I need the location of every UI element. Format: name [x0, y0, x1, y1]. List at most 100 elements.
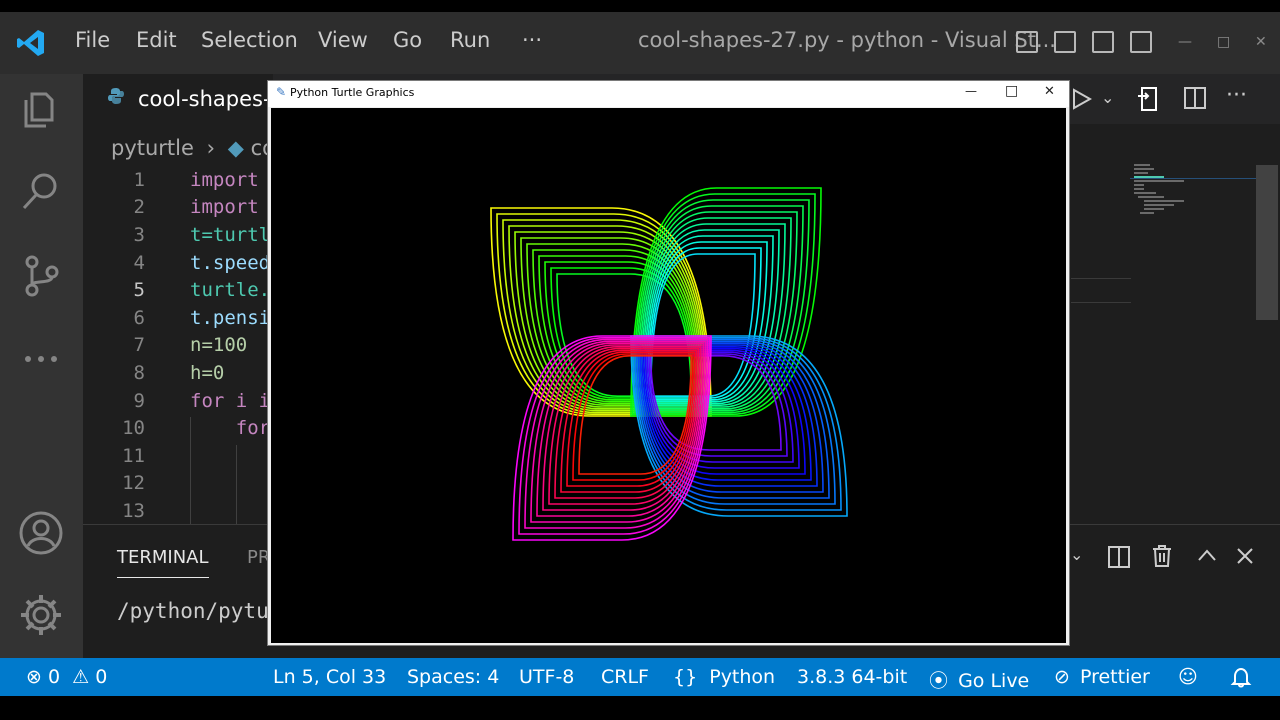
chevron-down-icon[interactable]: ⌄ [1101, 88, 1114, 107]
title-bar: File Edit Selection View Go Run ··· cool… [0, 12, 1280, 74]
menu-go[interactable]: Go [393, 28, 422, 52]
feather-icon: ✎ [276, 85, 287, 99]
code-text: for [190, 417, 271, 439]
turtle-petal [630, 335, 848, 517]
open-changes-icon[interactable] [1136, 86, 1160, 112]
turtle-stroke [544, 261, 696, 401]
toggle-secondary-sidebar-icon[interactable] [1092, 31, 1114, 53]
close-button[interactable]: ✕ [1255, 34, 1267, 50]
line-number: 2 [133, 196, 145, 218]
overview-line [1071, 302, 1131, 303]
turtle-window-title: Python Turtle Graphics [290, 86, 415, 99]
cursor-position[interactable]: Ln 5, Col 33 [273, 666, 386, 688]
trash-icon[interactable] [1151, 544, 1173, 568]
line-number: 7 [133, 334, 145, 356]
account-icon[interactable] [18, 510, 64, 556]
turtle-title-bar[interactable]: ✎ Python Turtle Graphics — □ ✕ [268, 81, 1069, 107]
turtle-close-button[interactable]: ✕ [1044, 84, 1055, 99]
code-text: import [190, 196, 259, 218]
code-text: import [190, 169, 259, 191]
toggle-sidebar-icon[interactable] [1016, 31, 1038, 53]
line-number: 6 [133, 307, 145, 329]
broadcast-icon: ⦿ [929, 670, 949, 692]
feedback-icon[interactable]: ☺ [1178, 666, 1198, 688]
overview-line [1071, 278, 1131, 279]
code-text: h=0 [190, 362, 225, 384]
bell-icon[interactable] [1230, 666, 1252, 688]
turtle-canvas [271, 108, 1066, 643]
turtle-minimize-button[interactable]: — [965, 84, 977, 98]
line-number: 9 [133, 390, 145, 412]
explorer-icon[interactable] [18, 86, 64, 132]
indent-guide [190, 417, 191, 524]
maximize-panel-icon[interactable] [1197, 547, 1217, 563]
turtle-stroke [550, 267, 694, 399]
vertical-scrollbar[interactable] [1256, 165, 1278, 320]
indent-guide [236, 445, 237, 524]
encoding[interactable]: UTF-8 [519, 666, 574, 688]
toggle-panel-icon[interactable] [1054, 31, 1076, 53]
language-label: Python [709, 666, 776, 688]
prettier-icon: ⊘ [1054, 666, 1070, 688]
problems-status[interactable]: ⊗ 0 ⚠ 0 [26, 666, 107, 688]
split-editor-icon[interactable] [1183, 86, 1207, 110]
line-number: 5 [133, 279, 145, 301]
go-live-label: Go Live [958, 670, 1030, 692]
line-number: 1 [133, 169, 145, 191]
turtle-stroke [556, 273, 693, 397]
breadcrumb-folder[interactable]: pyturtle [111, 136, 194, 160]
indentation[interactable]: Spaces: 4 [407, 666, 499, 688]
customize-layout-icon[interactable] [1130, 31, 1152, 53]
python-interpreter[interactable]: 3.8.3 64-bit [797, 666, 907, 688]
braces-icon: {} [673, 666, 698, 688]
settings-gear-icon[interactable] [18, 592, 64, 638]
turtle-maximize-button[interactable]: □ [1005, 83, 1018, 99]
warning-count: 0 [95, 666, 108, 688]
error-icon: ⊗ [26, 666, 42, 688]
line-number: 8 [133, 362, 145, 384]
line-number: 13 [122, 500, 145, 522]
turtle-stroke [630, 335, 848, 517]
menu-run[interactable]: Run [450, 28, 490, 52]
minimap[interactable] [1130, 160, 1258, 230]
language-mode[interactable]: {} Python [673, 666, 775, 688]
more-actions-icon[interactable]: ··· [1226, 83, 1247, 108]
line-number: 4 [133, 252, 145, 274]
source-control-icon[interactable] [18, 252, 64, 298]
more-icon[interactable] [18, 336, 64, 382]
prettier-button[interactable]: ⊘ Prettier [1054, 666, 1150, 688]
minimize-button[interactable]: — [1178, 34, 1192, 50]
maximize-button[interactable]: □ [1217, 34, 1230, 50]
line-number: 12 [122, 472, 145, 494]
chevron-right-icon: › [206, 136, 216, 160]
turtle-drawing [490, 187, 848, 541]
tab-cool-shapes[interactable]: cool-shapes- [83, 74, 273, 124]
turtle-window[interactable]: ✎ Python Turtle Graphics — □ ✕ [267, 80, 1070, 646]
line-number: 10 [122, 417, 145, 439]
turtle-petal [490, 207, 712, 417]
menu-file[interactable]: File [75, 28, 110, 52]
breadcrumb: pyturtle › ◆ co [111, 136, 275, 160]
vscode-logo-icon[interactable] [16, 28, 46, 58]
code-text: t=turtl [190, 224, 271, 246]
menu-edit[interactable]: Edit [136, 28, 177, 52]
go-live-button[interactable]: ⦿ Go Live [929, 666, 1029, 693]
menu-selection[interactable]: Selection [201, 28, 298, 52]
menu-view[interactable]: View [318, 28, 368, 52]
turtle-stroke [490, 207, 712, 417]
close-icon[interactable] [1236, 547, 1254, 565]
code-text: n=100 [190, 334, 248, 356]
status-bar: ⊗ 0 ⚠ 0 Ln 5, Col 33 Spaces: 4 UTF-8 CRL… [0, 658, 1280, 696]
search-icon[interactable] [18, 168, 64, 214]
window-title: cool-shapes-27.py - python - Visual St..… [638, 28, 1056, 52]
tab-terminal[interactable]: TERMINAL [117, 547, 209, 578]
end-of-line[interactable]: CRLF [601, 666, 649, 688]
chevron-down-icon[interactable]: ⌄ [1070, 545, 1083, 564]
split-terminal-icon[interactable] [1107, 545, 1131, 569]
menu-more[interactable]: ··· [522, 28, 542, 52]
terminal-text[interactable]: /python/pytu [117, 599, 269, 623]
error-count: 0 [47, 666, 61, 688]
run-icon[interactable] [1070, 88, 1092, 110]
activity-bar [0, 74, 83, 658]
code-text: t.speed [190, 252, 271, 274]
